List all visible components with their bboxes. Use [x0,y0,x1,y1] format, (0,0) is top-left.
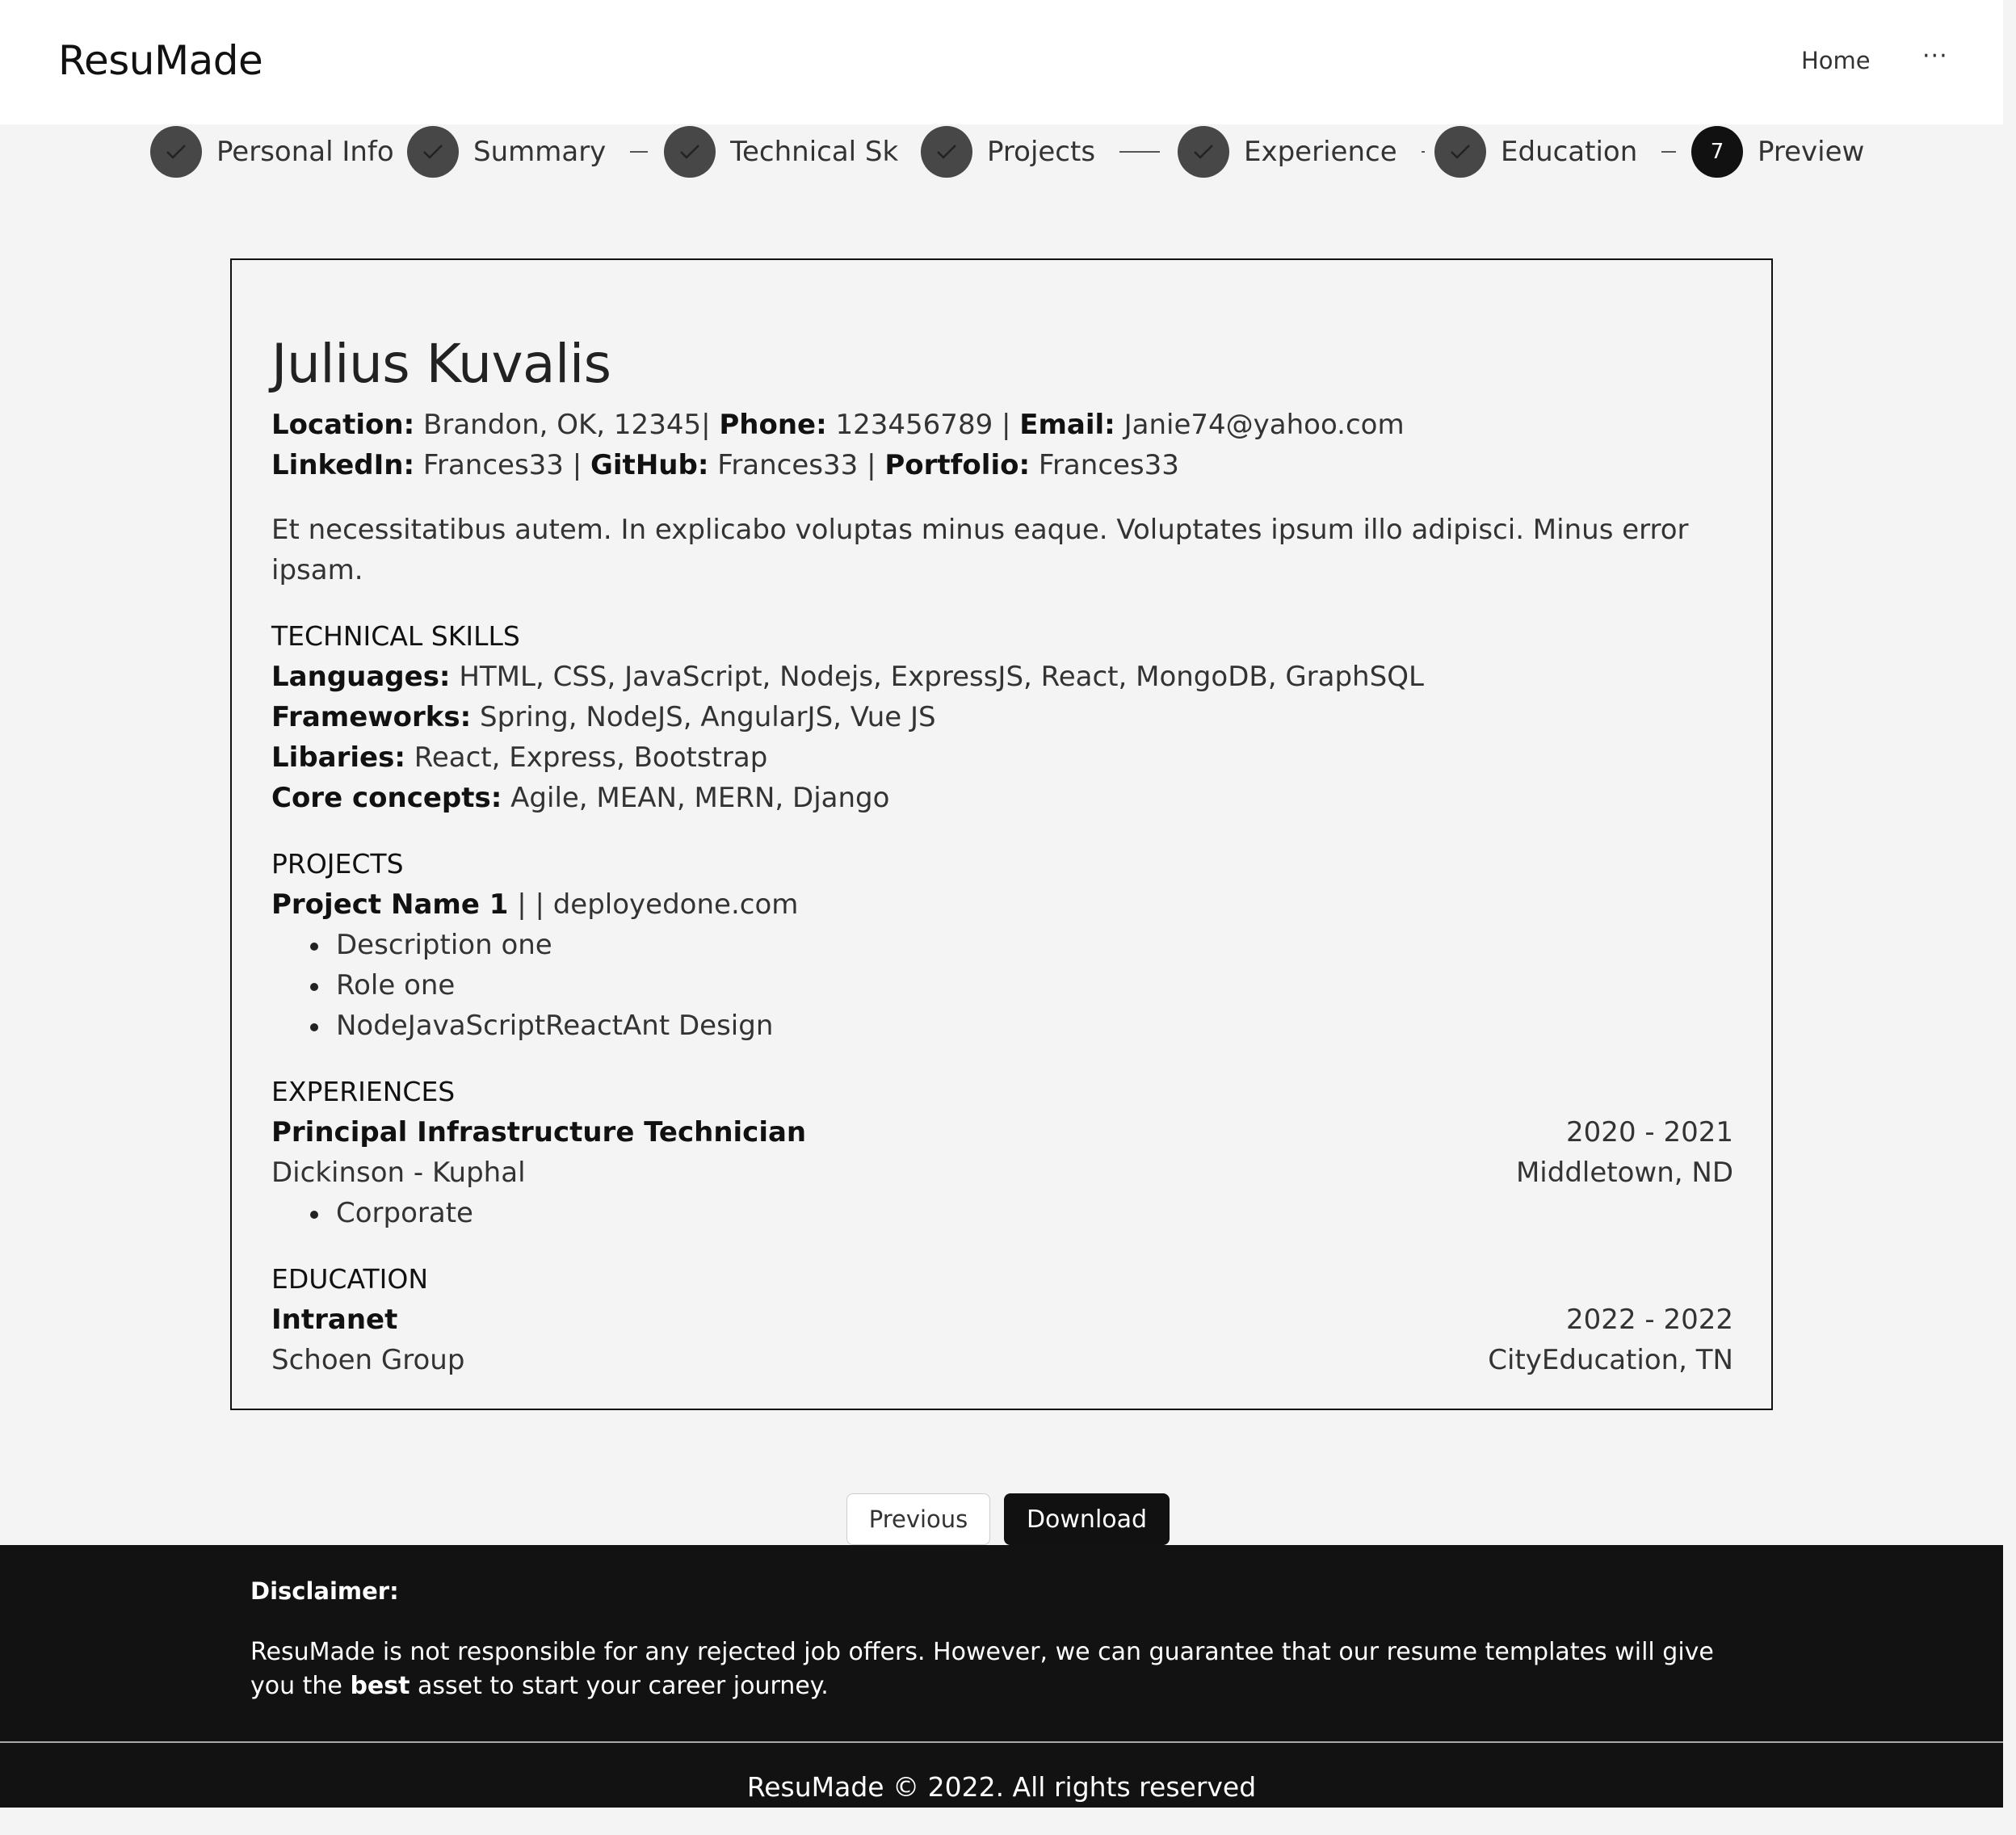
copyright-text: ResuMade © 2022. All rights reserved [746,1771,1257,1803]
disclaimer-text: ResuMade is not responsible for any reje… [250,1636,1753,1703]
portfolio-value: Frances33 [1038,449,1179,481]
resume-preview: Julius Kuvalis Location: Brandon, OK, 12… [230,258,1773,1410]
projects-heading: PROJECTS [271,848,404,880]
education-row-2: Schoen Group CityEducation, TN [271,1340,1733,1380]
step-label: Education [1501,136,1638,168]
location-label: Location: [271,409,415,441]
step-label: Preview [1758,136,1865,168]
experience-company: Dickinson - Kuphal [271,1157,526,1189]
experience-row-1: Principal Infrastructure Technician 2020… [271,1112,1733,1153]
portfolio-label: Portfolio: [884,449,1031,481]
step-connector [630,151,649,153]
progress-steps: Personal Info Summary Technical Skills P… [0,124,2016,189]
download-button[interactable]: Download [1004,1493,1170,1545]
step-label: Projects [987,136,1096,168]
step-preview[interactable]: 7 Preview [1691,124,1864,179]
list-item: NodeJavaScriptReactAnt Design [271,1006,1733,1046]
experience-dates: 2020 - 2021 [1566,1116,1733,1148]
experience-location: Middletown, ND [1515,1157,1733,1189]
step-experience[interactable]: Experience [1178,124,1425,179]
previous-button[interactable]: Previous [846,1493,990,1545]
check-icon [150,126,202,178]
email-value: Janie74@yahoo.com [1124,409,1405,441]
contact-line-2: LinkedIn: Frances33 | GitHub: Frances33 … [271,445,1733,485]
footer: Disclaimer: ResuMade is not responsible … [0,1545,2003,1808]
step-label: Experience [1244,136,1397,168]
step-connector [1661,151,1677,153]
skills-heading: TECHNICAL SKILLS [271,620,520,652]
phone-label: Phone: [719,409,827,441]
frameworks-value: Spring, NodeJS, AngularJS, Vue JS [480,701,936,733]
check-icon [664,126,716,178]
step-education[interactable]: Education [1434,124,1677,179]
experience-heading: EXPERIENCES [271,1076,456,1107]
frameworks-label: Frameworks: [271,701,472,733]
project-title-line: Project Name 1 | | deployedone.com [271,884,1733,925]
step-number-badge: 7 [1691,126,1743,178]
step-connector [1119,151,1161,153]
check-icon [1434,126,1486,178]
contact-line-1: Location: Brandon, OK, 12345| Phone: 123… [271,405,1733,445]
core-label: Core concepts: [271,782,502,814]
libraries-value: React, Express, Bootstrap [414,741,768,774]
top-navbar: ResuMade Home ··· [0,0,2003,124]
brand-logo[interactable]: ResuMade [58,37,263,84]
more-menu-icon[interactable]: ··· [1922,42,1948,70]
list-item: Description one [271,925,1733,965]
libraries-label: Libaries: [271,741,405,774]
experience-row-2: Dickinson - Kuphal Middletown, ND [271,1153,1733,1193]
skills-languages: Languages: HTML, CSS, JavaScript, Nodejs… [271,657,1733,697]
check-icon [921,126,972,178]
linkedin-value: Frances33 | [422,449,582,481]
step-summary[interactable]: Summary [407,124,649,179]
email-label: Email: [1019,409,1115,441]
project-name: Project Name 1 [271,888,509,921]
footer-divider [0,1741,2003,1743]
experience-role: Principal Infrastructure Technician [271,1116,807,1148]
step-technical-skills[interactable]: Technical Skills [664,124,900,179]
disclaimer-text-bold: best [350,1672,410,1700]
disclaimer-title: Disclaimer: [250,1577,399,1605]
check-icon [407,126,459,178]
skills-core: Core concepts: Agile, MEAN, MERN, Django [271,778,1733,818]
nav-home-link[interactable]: Home [1801,47,1871,74]
skills-frameworks: Frameworks: Spring, NodeJS, AngularJS, V… [271,697,1733,737]
step-projects[interactable]: Projects [921,124,1161,179]
candidate-name: Julius Kuvalis [271,333,611,395]
step-label: Summary [473,136,607,168]
github-label: GitHub: [590,449,709,481]
list-item: Role one [271,965,1733,1006]
summary-text: Et necessitatibus autem. In explicabo vo… [271,514,1689,586]
list-item: Corporate [271,1193,1733,1233]
phone-value: 123456789 | [835,409,1011,441]
step-label: Technical Skills [730,136,900,168]
education-row-1: Intranet 2022 - 2022 [271,1300,1733,1340]
education-school: Schoen Group [271,1344,465,1376]
skills-libraries: Libaries: React, Express, Bootstrap [271,737,1733,778]
location-value: Brandon, OK, 12345| [423,409,711,441]
step-personal-info[interactable]: Personal Info [150,124,394,179]
step-connector [1421,151,1425,153]
check-icon [1178,126,1229,178]
core-value: Agile, MEAN, MERN, Django [510,782,890,814]
education-dates: 2022 - 2022 [1566,1304,1733,1336]
step-label: Personal Info [216,136,394,168]
github-value: Frances33 | [717,449,876,481]
education-heading: EDUCATION [271,1263,429,1295]
education-degree: Intranet [271,1304,398,1336]
languages-value: HTML, CSS, JavaScript, Nodejs, ExpressJS… [459,661,1424,693]
project-link: | | deployedone.com [517,888,799,921]
languages-label: Languages: [271,661,451,693]
disclaimer-text-post: asset to start your career journey. [410,1672,829,1700]
experience-bullets: Corporate [271,1193,1733,1233]
project-bullets: Description one Role one NodeJavaScriptR… [271,925,1733,1046]
linkedin-label: LinkedIn: [271,449,415,481]
education-location: CityEducation, TN [1488,1344,1733,1376]
